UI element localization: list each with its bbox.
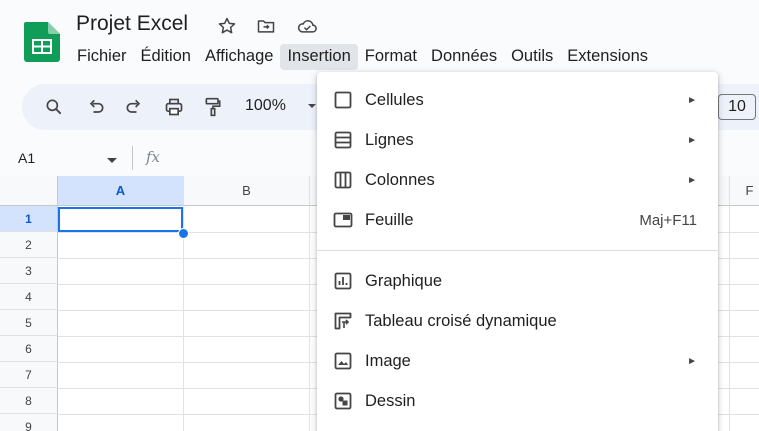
menu-fichier[interactable]: Fichier (70, 44, 134, 70)
menu-item-tableau-croise[interactable]: Tableau croisé dynamique (317, 301, 718, 341)
active-cell-a1[interactable] (58, 207, 183, 232)
submenu-arrow-icon: ► (687, 134, 697, 146)
cloud-status-icon[interactable] (295, 14, 319, 38)
submenu-arrow-icon: ► (687, 94, 697, 106)
row-header-3[interactable]: 3 (0, 258, 58, 284)
keyboard-shortcut: Maj+F11 (639, 211, 697, 229)
row-header-9[interactable]: 9 (0, 414, 58, 431)
menu-separator (317, 250, 718, 251)
undo-icon[interactable] (84, 95, 108, 119)
pivot-table-icon (332, 310, 354, 332)
drawing-icon (332, 390, 354, 412)
submenu-arrow-icon: ► (687, 355, 697, 367)
name-box[interactable]: A1 (18, 150, 35, 166)
move-to-folder-icon[interactable] (254, 14, 278, 38)
paint-format-icon[interactable] (201, 95, 225, 119)
row-header-5[interactable]: 5 (0, 310, 58, 336)
row-header-7[interactable]: 7 (0, 362, 58, 388)
menu-affichage[interactable]: Affichage (198, 44, 281, 70)
fx-icon: fx (146, 148, 161, 166)
chevron-down-icon[interactable] (106, 153, 118, 163)
sheets-logo-icon[interactable] (24, 22, 60, 62)
menu-item-label: Lignes (365, 130, 414, 149)
menu-edition[interactable]: Édition (134, 44, 198, 70)
grid-line (729, 206, 730, 431)
chart-icon (332, 270, 354, 292)
menu-outils[interactable]: Outils (504, 44, 560, 70)
menu-format[interactable]: Format (358, 44, 424, 70)
column-header-a[interactable]: A (58, 176, 184, 206)
menu-item-graphique[interactable]: Graphique (317, 261, 718, 301)
row-header-2[interactable]: 2 (0, 232, 58, 258)
column-header-f[interactable]: F (730, 176, 759, 206)
menu-bar: Fichier Édition Affichage Insertion Form… (70, 44, 655, 70)
row-header-4[interactable]: 4 (0, 284, 58, 310)
formula-bar-divider (132, 146, 133, 170)
menu-item-lignes[interactable]: Lignes ► (317, 120, 718, 160)
menu-item-label: Feuille (365, 210, 414, 229)
row-header-1[interactable]: 1 (0, 206, 58, 232)
rows-icon (332, 129, 354, 151)
zoom-select[interactable]: 100% (245, 97, 286, 115)
menu-item-label: Tableau croisé dynamique (365, 311, 557, 330)
document-title[interactable]: Projet Excel (76, 12, 188, 36)
menu-donnees[interactable]: Données (424, 44, 504, 70)
menu-item-label: Graphique (365, 271, 443, 290)
sheet-icon (332, 209, 354, 231)
menu-item-feuille[interactable]: Feuille Maj+F11 (317, 200, 718, 240)
font-size-input[interactable]: 10 (718, 94, 756, 120)
fill-handle[interactable] (178, 228, 189, 239)
redo-icon[interactable] (122, 95, 146, 119)
menu-item-image[interactable]: Image ► (317, 341, 718, 381)
row-header-8[interactable]: 8 (0, 388, 58, 414)
menu-insertion[interactable]: Insertion (280, 44, 358, 70)
menu-extensions[interactable]: Extensions (560, 44, 655, 70)
menu-item-label: Image (365, 351, 411, 370)
insert-menu: Cellules ► Lignes ► Colonnes ► Feuille M… (317, 72, 718, 431)
menu-item-cellules[interactable]: Cellules ► (317, 80, 718, 120)
grid-line (309, 206, 310, 431)
image-icon (332, 350, 354, 372)
search-icon[interactable] (42, 95, 66, 119)
cells-icon (332, 89, 354, 111)
row-header-6[interactable]: 6 (0, 336, 58, 362)
grid-line (183, 206, 184, 431)
menu-item-colonnes[interactable]: Colonnes ► (317, 160, 718, 200)
submenu-arrow-icon: ► (687, 174, 697, 186)
print-icon[interactable] (162, 95, 186, 119)
column-header-b[interactable]: B (184, 176, 310, 206)
menu-item-label: Dessin (365, 391, 416, 410)
menu-item-label: Cellules (365, 90, 424, 109)
star-icon[interactable] (215, 14, 239, 38)
select-all-corner[interactable] (0, 176, 58, 206)
menu-item-label: Colonnes (365, 170, 435, 189)
menu-item-dessin[interactable]: Dessin (317, 381, 718, 421)
columns-icon (332, 169, 354, 191)
